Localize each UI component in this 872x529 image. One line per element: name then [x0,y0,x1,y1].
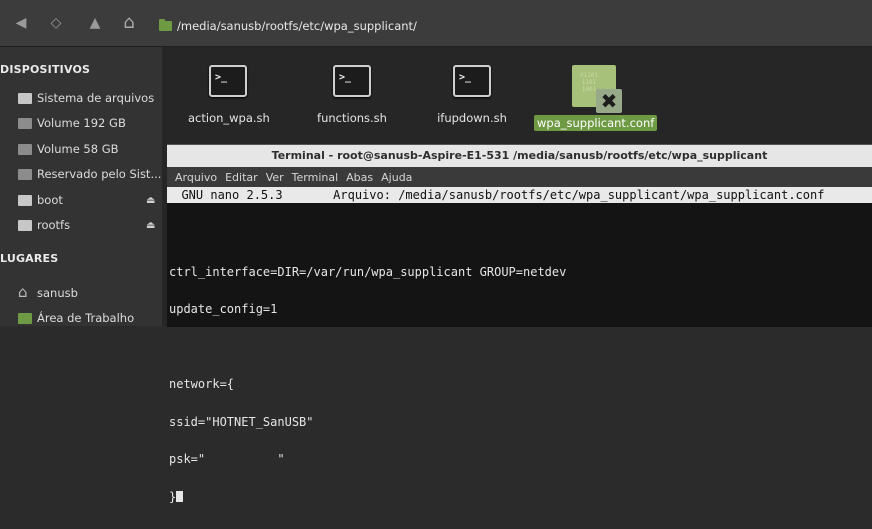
up-arrow-icon[interactable]: ▲ [86,14,104,32]
menu-abas[interactable]: Abas [346,171,373,184]
nano-editor[interactable]: ctrl_interface=DIR=/var/run/wpa_supplica… [167,203,872,528]
config-file-icon: 01101 1101 1001 ✖ [572,65,622,113]
places-heading: LUGARES [0,252,59,265]
editor-line: ctrl_interface=DIR=/var/run/wpa_supplica… [169,264,567,279]
file-name: wpa_supplicant.conf [534,115,658,131]
file-item[interactable]: >_ functions.sh [312,61,392,125]
eject-icon[interactable]: ⏏ [146,220,155,231]
sidebar-item-rootfs[interactable]: rootfs ⏏ [0,215,162,235]
menu-arquivo[interactable]: Arquivo [175,171,217,184]
editor-line: } [169,489,872,504]
terminal-title[interactable]: Terminal - root@sanusb-Aspire-E1-531 /me… [167,145,872,167]
sidebar-item-area-de-trabalho[interactable]: Área de Trabalho [0,308,162,328]
file-item[interactable]: >_ ifupdown.sh [432,61,512,125]
home-icon [18,283,32,301]
file-item[interactable]: >_ action_wpa.sh [188,61,270,125]
sidebar-item-reservado[interactable]: Reservado pelo Sist... [0,164,162,184]
folder-icon [159,19,172,31]
menu-editar[interactable]: Editar [225,171,258,184]
nano-header: GNU nano 2.5.3 Arquivo: /media/sanusb/ro… [167,187,872,203]
drive-icon [18,219,32,231]
sidebar-item-label: boot [37,193,63,207]
editor-line: network={ [169,377,235,391]
editor-line-text: } [169,489,177,504]
file-item-selected[interactable]: 01101 1101 1001 ✖ wpa_supplicant.conf [534,65,658,131]
sidebar-item-label: Volume 58 GB [37,142,119,156]
desktop-icon [18,312,32,324]
drive-icon [18,143,32,155]
devices-heading: DISPOSITIVOS [0,63,91,76]
file-name: action_wpa.sh [188,111,270,125]
editor-line: psk=" " [169,452,285,466]
menu-ajuda[interactable]: Ajuda [381,171,412,184]
sidebar-item-label: Sistema de arquivos [37,91,155,105]
terminal-script-icon: >_ [333,65,371,97]
menu-terminal[interactable]: Terminal [292,171,339,184]
drive-icon [18,194,32,206]
drive-icon [18,117,32,129]
sidebar-item-label: Reservado pelo Sist... [37,167,162,181]
drive-icon [18,168,32,180]
drive-icon [18,92,32,104]
editor-line: update_config=1 [169,302,278,316]
path-text: /media/sanusb/rootfs/etc/wpa_supplicant/ [177,19,417,33]
sidebar: DISPOSITIVOS Sistema de arquivos Volume … [0,47,162,326]
sidebar-item-label: Área de Trabalho [37,311,135,325]
back-arrow-icon[interactable]: ◀ [12,14,30,32]
file-name: ifupdown.sh [437,111,507,125]
eject-icon[interactable]: ⏏ [146,195,155,206]
close-badge-icon: ✖ [596,89,622,113]
file-name: functions.sh [317,111,387,125]
text-cursor [176,490,184,502]
editor-line: ssid="HOTNET_SanUSB" [169,414,314,429]
sidebar-item-label: rootfs [37,218,71,232]
sidebar-item-label: Volume 192 GB [37,116,126,130]
home-icon[interactable]: ⌂ [120,14,138,32]
toolbar: ◀ ◇ ▲ ⌂ /media/sanusb/rootfs/etc/wpa_sup… [0,0,872,47]
forward-arrow-icon[interactable]: ◇ [47,14,65,32]
terminal-script-icon: >_ [209,65,247,97]
menu-ver[interactable]: Ver [266,171,284,184]
sidebar-item-sanusb[interactable]: sanusb [0,283,162,303]
sidebar-item-label: sanusb [37,286,78,300]
terminal-window[interactable]: Terminal - root@sanusb-Aspire-E1-531 /me… [167,144,872,503]
terminal-menubar: Arquivo Editar Ver Terminal Abas Ajuda [167,167,872,187]
sidebar-item-sistema-de-arquivos[interactable]: Sistema de arquivos [0,88,162,108]
sidebar-item-volume-192[interactable]: Volume 192 GB [0,113,162,133]
sidebar-item-boot[interactable]: boot ⏏ [0,190,162,210]
terminal-script-icon: >_ [453,65,491,97]
sidebar-item-volume-58[interactable]: Volume 58 GB [0,139,162,159]
location-path[interactable]: /media/sanusb/rootfs/etc/wpa_supplicant/ [159,17,417,35]
